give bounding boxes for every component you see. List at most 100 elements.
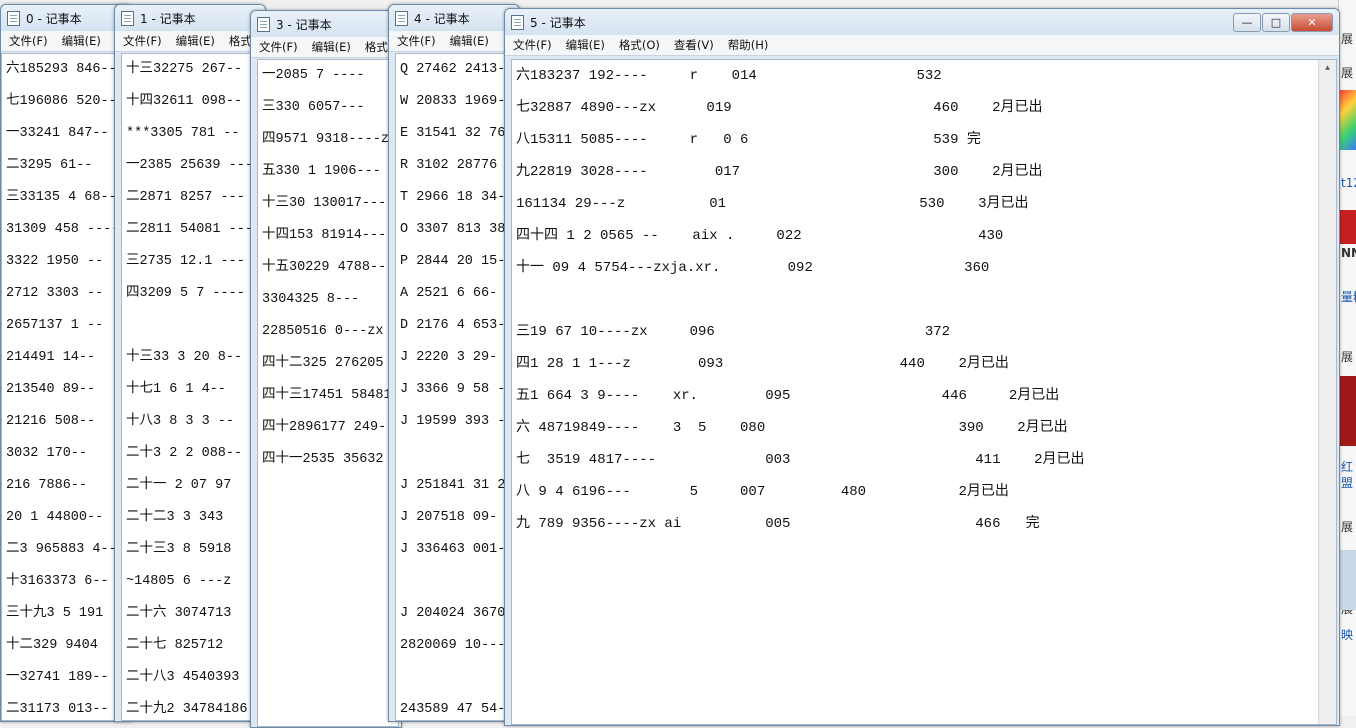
text-line: 十四32611 098-- xyxy=(126,94,243,109)
notepad-icon xyxy=(395,10,408,26)
text-line: 十七1 6 1 4-- xyxy=(126,382,226,397)
menu-file[interactable]: 文件(F) xyxy=(259,39,298,55)
text-line: 一2085 7 ---- xyxy=(262,68,365,83)
text-line: A 2521 6 66- xyxy=(400,286,498,301)
text-line: 三33135 4 68-- xyxy=(6,190,117,205)
text-line: 2820069 10--- xyxy=(400,638,506,653)
menu-file[interactable]: 文件(F) xyxy=(123,33,162,49)
text-line: 3304325 8--- xyxy=(262,292,360,307)
menu-edit[interactable]: 编辑(E) xyxy=(62,33,101,49)
text-line: 十五30229 4788--- xyxy=(262,260,395,275)
edge-image xyxy=(1339,210,1356,244)
menu-view[interactable]: 查看(V) xyxy=(674,37,714,53)
menu-edit[interactable]: 编辑(E) xyxy=(566,37,605,53)
text-line: 四十三17451 58481 xyxy=(262,388,392,403)
text-line: 2712 3303 -- xyxy=(6,286,104,301)
text-line: J 204024 3670- xyxy=(400,606,514,621)
text-line: D 2176 4 653- xyxy=(400,318,506,333)
text-line: 九 789 9356----zx ai 005 466 完 xyxy=(516,516,1040,532)
edge-label: 展 xyxy=(1341,520,1354,534)
notepad-window-5[interactable]: 5 - 记事本 — □ ✕ 文件(F) 编辑(E) 格式(O) 查看(V) 帮助… xyxy=(504,8,1340,726)
menu-bar: 文件(F) 编辑(E) 格式(O) 查看(V) 帮助(H) xyxy=(505,35,1339,56)
menu-bar: 文件(F) 编辑(E) xyxy=(1,31,131,52)
edge-label: NN xyxy=(1341,246,1356,260)
menu-file[interactable]: 文件(F) xyxy=(397,33,436,49)
menu-edit[interactable]: 编辑(E) xyxy=(176,33,215,49)
text-line: 四十2896177 249-- xyxy=(262,420,395,435)
text-line: 七32887 4890---zx 019 460 2月已出 xyxy=(516,100,1043,116)
text-line: 十3163373 6-- xyxy=(6,574,109,589)
text-line: 四3209 5 7 ---- xyxy=(126,286,245,301)
menu-help[interactable]: 帮助(H) xyxy=(728,37,769,53)
menu-file[interactable]: 文件(F) xyxy=(513,37,552,53)
edge-label: 量精 xyxy=(1341,290,1356,304)
window-titlebar[interactable]: 5 - 记事本 xyxy=(505,9,1339,35)
window-titlebar[interactable]: 3 - 记事本 xyxy=(251,11,401,37)
window-controls: — □ ✕ xyxy=(1233,13,1333,32)
text-line: 六185293 846-- xyxy=(6,62,117,77)
menu-edit[interactable]: 编辑(E) xyxy=(312,39,351,55)
text-line: 四1 28 1 1---z 093 440 2月已出 xyxy=(516,356,1009,372)
close-button[interactable]: ✕ xyxy=(1291,13,1333,32)
text-line: 十三33 3 20 8-- xyxy=(126,350,243,365)
background-window-edge: 展 展 t12 NN 量精 展 展 红 盟 展 展 映 xyxy=(1338,0,1356,716)
menu-edit[interactable]: 编辑(E) xyxy=(450,33,489,49)
text-line: R 3102 28776 - xyxy=(400,158,514,173)
window-titlebar[interactable]: 4 - 记事本 xyxy=(389,5,519,31)
text-line: 七196086 520-- xyxy=(6,94,117,109)
text-line: O 3307 813 38- xyxy=(400,222,514,237)
text-line: 三2735 12.1 --- xyxy=(126,254,245,269)
text-line: J 336463 001- xyxy=(400,542,506,557)
text-line xyxy=(396,662,516,694)
text-line: 八15311 5085---- r 0 6 539 完 xyxy=(516,132,981,148)
menu-file[interactable]: 文件(F) xyxy=(9,33,48,49)
text-line: Q 27462 2413-- xyxy=(400,62,514,77)
text-line: 十八3 8 3 3 -- xyxy=(126,414,235,429)
text-line: J 2220 3 29- xyxy=(400,350,498,365)
text-area[interactable]: Q 27462 2413-- W 20833 1969- E 31541 32 … xyxy=(395,53,517,721)
notepad-window-1[interactable]: 1 - 记事本 文件(F) 编辑(E) 格式(O) 十三32275 267-- … xyxy=(114,4,266,722)
window-titlebar[interactable]: 1 - 记事本 xyxy=(115,5,265,31)
text-line: 三19 67 10----zx 096 372 xyxy=(516,324,951,340)
text-line: 十三30 130017--- xyxy=(262,196,387,211)
notepad-window-3[interactable]: 3 - 记事本 文件(F) 编辑(E) 格式(O) 一2085 7 ---- 三… xyxy=(250,10,402,728)
text-line: 161134 29---z 01 530 3月已出 xyxy=(516,196,1029,212)
text-area[interactable]: 六183237 192---- r 014 532 七32887 4890---… xyxy=(511,59,1337,725)
text-area[interactable]: 一2085 7 ---- 三330 6057--- 四9571 9318----… xyxy=(257,59,399,727)
text-line: T 2966 18 34- xyxy=(400,190,506,205)
edge-image xyxy=(1339,376,1356,446)
edge-label: 盟 xyxy=(1341,476,1354,490)
edge-label: 展 xyxy=(1341,32,1354,46)
notepad-icon xyxy=(7,10,20,26)
text-line: 六183237 192---- r 014 532 xyxy=(516,68,942,84)
vertical-scrollbar[interactable]: ▲ xyxy=(1318,60,1336,724)
text-line: 二十二3 3 343 xyxy=(126,510,224,525)
window-title: 1 - 记事本 xyxy=(140,11,196,26)
text-line xyxy=(396,566,516,598)
text-line: J 251841 31 2- xyxy=(400,478,514,493)
text-line: 22850516 0---zx xyxy=(262,324,384,339)
window-title: 4 - 记事本 xyxy=(414,11,470,26)
text-area[interactable]: 十三32275 267-- 十四32611 098-- ***3305 781 … xyxy=(121,53,263,721)
text-line: 3322 1950 -- xyxy=(6,254,104,269)
text-line: 3032 170-- xyxy=(6,446,88,461)
minimize-button[interactable]: — xyxy=(1233,13,1261,32)
text-line: 二十六 3074713 xyxy=(126,606,232,621)
text-line: 二十八3 4540393 xyxy=(126,670,240,685)
text-line: E 31541 32 76- xyxy=(400,126,514,141)
notepad-window-0[interactable]: 0 - 记事本 文件(F) 编辑(E) 六185293 846-- 七19608… xyxy=(0,4,132,722)
text-line: 二2871 8257 --- xyxy=(126,190,245,205)
menu-bar: 文件(F) 编辑(E) 格式(O) xyxy=(115,31,265,52)
scroll-up-icon[interactable]: ▲ xyxy=(1319,60,1336,77)
text-line: 二3295 61-- xyxy=(6,158,93,173)
text-line: 四十四 1 2 0565 -- aix . 022 430 xyxy=(516,228,1004,244)
text-line: ~14805 6 ---z xyxy=(126,574,232,589)
menu-format[interactable]: 格式(O) xyxy=(619,37,660,53)
menu-bar: 文件(F) 编辑(E) 格式(O) xyxy=(251,37,401,58)
text-line: 二十一 2 07 97 xyxy=(126,478,232,493)
text-area[interactable]: 六185293 846-- 七196086 520-- 一33241 847--… xyxy=(1,53,129,721)
window-titlebar[interactable]: 0 - 记事本 xyxy=(1,5,131,31)
text-line: 七 3519 4817---- 003 411 2月已出 xyxy=(516,452,1085,468)
maximize-button[interactable]: □ xyxy=(1262,13,1290,32)
notepad-window-4[interactable]: 4 - 记事本 文件(F) 编辑(E) Q 27462 2413-- W 208… xyxy=(388,4,520,722)
